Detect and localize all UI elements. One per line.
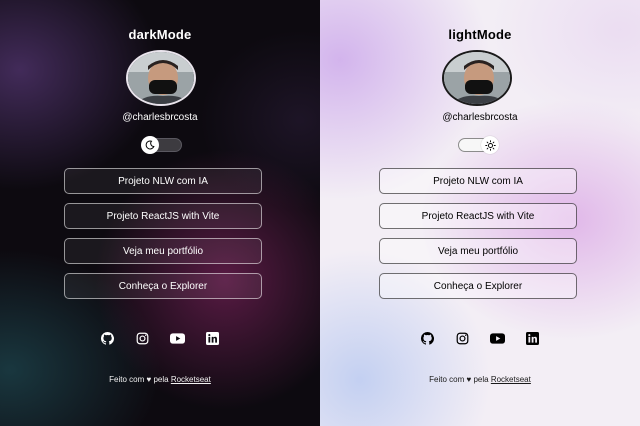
link-list: Projeto NLW com IA Projeto ReactJS with … [379,168,577,308]
github-icon[interactable] [420,331,435,346]
linkedin-icon[interactable] [205,331,220,346]
instagram-icon[interactable] [135,331,150,346]
social-links [320,331,640,346]
footer-prefix: Feito com [429,375,465,384]
footer-middle: pela [473,375,489,384]
avatar [442,50,512,106]
heart-icon: ♥ [146,375,152,384]
theme-toggle[interactable] [141,136,182,154]
link-projeto-reactjs[interactable]: Projeto ReactJS with Vite [379,203,577,229]
social-links [0,331,320,346]
linkedin-icon[interactable] [525,331,540,346]
footer: Feito com ♥ pela Rocketseat [320,375,640,384]
sun-icon [481,136,499,154]
youtube-icon[interactable] [490,331,505,346]
avatar-photo [444,52,510,104]
panel-title: lightMode [448,27,512,42]
link-explorer[interactable]: Conheça o Explorer [379,273,577,299]
footer-middle: pela [153,375,169,384]
dark-mode-panel: darkMode @charlesbrcosta Projeto NLW com… [0,0,320,426]
link-explorer[interactable]: Conheça o Explorer [64,273,262,299]
panel-title: darkMode [128,27,192,42]
footer-prefix: Feito com [109,375,145,384]
link-list: Projeto NLW com IA Projeto ReactJS with … [64,168,262,308]
link-projeto-nlw[interactable]: Projeto NLW com IA [379,168,577,194]
link-portfolio[interactable]: Veja meu portfólio [379,238,577,264]
moon-icon [141,136,159,154]
link-projeto-nlw[interactable]: Projeto NLW com IA [64,168,262,194]
link-projeto-reactjs[interactable]: Projeto ReactJS with Vite [64,203,262,229]
avatar [126,50,196,106]
footer: Feito com ♥ pela Rocketseat [0,375,320,384]
user-handle: @charlesbrcosta [122,112,198,123]
youtube-icon[interactable] [170,331,185,346]
theme-toggle[interactable] [458,136,499,154]
heart-icon: ♥ [466,375,472,384]
rocketseat-link[interactable]: Rocketseat [171,375,211,384]
user-handle: @charlesbrcosta [442,112,518,123]
link-portfolio[interactable]: Veja meu portfólio [64,238,262,264]
instagram-icon[interactable] [455,331,470,346]
github-icon[interactable] [100,331,115,346]
avatar-photo [128,52,194,104]
light-mode-panel: lightMode @charlesbrcosta Projeto NLW co… [320,0,640,426]
rocketseat-link[interactable]: Rocketseat [491,375,531,384]
